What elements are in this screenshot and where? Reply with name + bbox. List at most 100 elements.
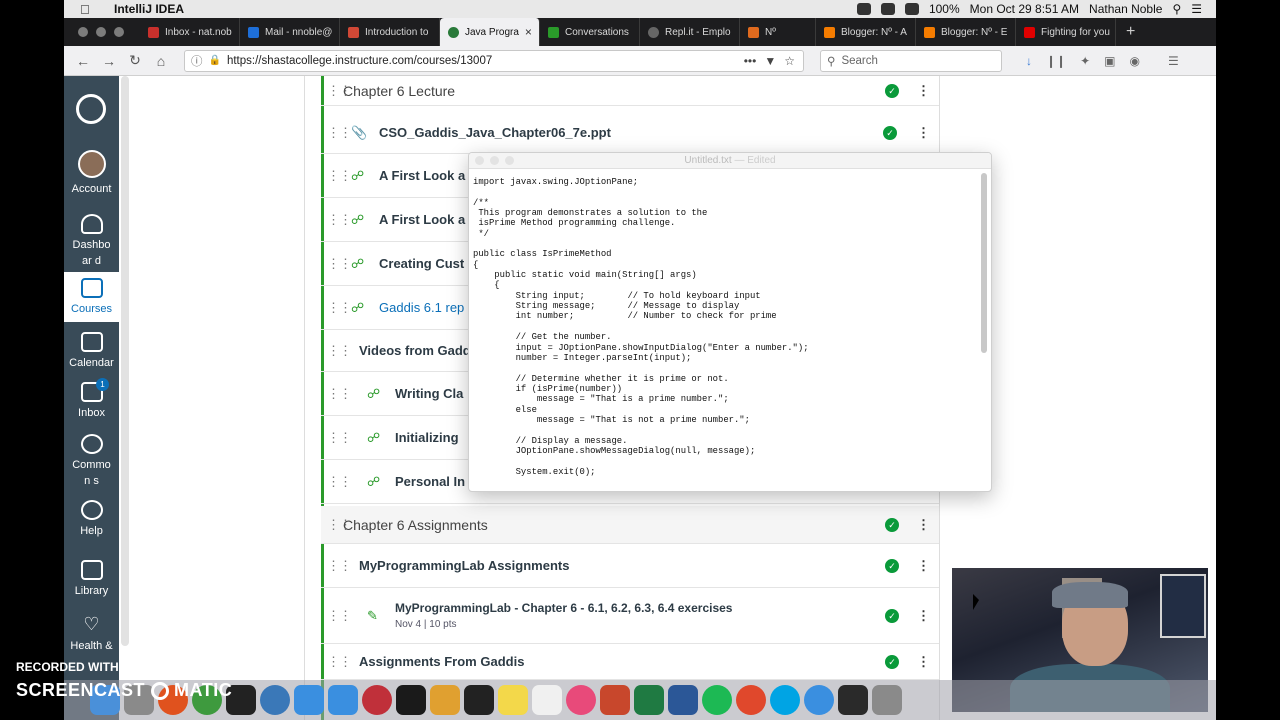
- published-check-icon[interactable]: ✓: [885, 517, 899, 532]
- textedit-titlebar[interactable]: Untitled.txt — Edited: [469, 153, 991, 169]
- drag-handle-icon[interactable]: ⋮⋮: [327, 300, 352, 316]
- sidenav-calendar[interactable]: Calendar: [64, 332, 119, 371]
- browser-tab[interactable]: Introduction to: [340, 18, 440, 46]
- browser-tab[interactable]: Nº: [740, 18, 816, 46]
- sidenav-courses[interactable]: Courses: [64, 272, 119, 322]
- module-item-title[interactable]: Creating Cust: [379, 256, 464, 271]
- drag-handle-icon[interactable]: ⋮⋮: [327, 386, 352, 402]
- browser-tab[interactable]: Blogger: Nº - A: [816, 18, 916, 46]
- sidenav-health[interactable]: ♡ Health &: [64, 615, 119, 654]
- terminal-icon[interactable]: [396, 685, 426, 715]
- extensions-icon[interactable]: ✦: [1080, 54, 1090, 68]
- browser-tab[interactable]: Mail - nnoble@: [240, 18, 340, 46]
- kebab-menu-icon[interactable]: ⋮: [917, 558, 930, 574]
- notes-icon[interactable]: [498, 685, 528, 715]
- drag-handle-icon[interactable]: ⋮⋮: [327, 168, 352, 184]
- document-body[interactable]: import javax.swing.JOptionPane; /** This…: [469, 169, 991, 485]
- reload-button[interactable]: ↻: [122, 52, 148, 69]
- app-icon[interactable]: [260, 685, 290, 715]
- module-header[interactable]: ⋮⋮ Chapter 6 Assignments ✓ ⋮: [321, 506, 939, 544]
- published-check-icon[interactable]: ✓: [885, 83, 899, 98]
- kebab-menu-icon[interactable]: ⋮: [917, 125, 930, 141]
- module-item-title[interactable]: A First Look a: [379, 212, 465, 227]
- url-bar[interactable]: ⓘ 🔒 https://shastacollege.instructure.co…: [184, 49, 804, 72]
- url-text[interactable]: https://shastacollege.instructure.com/co…: [227, 55, 492, 67]
- published-check-icon[interactable]: ✓: [885, 654, 899, 669]
- module-item[interactable]: ⋮⋮ ✎ MyProgrammingLab - Chapter 6 - 6.1,…: [321, 588, 939, 644]
- skype-icon[interactable]: [770, 685, 800, 715]
- module-item-title[interactable]: MyProgrammingLab - Chapter 6 - 6.1, 6.2,…: [395, 601, 732, 615]
- drag-handle-icon[interactable]: ⋮⋮: [327, 256, 352, 272]
- wifi-icon[interactable]: [880, 3, 895, 15]
- drag-handle-icon[interactable]: ⋮⋮: [327, 517, 352, 533]
- sidenav-inbox[interactable]: 1 Inbox: [64, 378, 119, 421]
- close-tab-icon[interactable]: ×: [525, 25, 532, 39]
- app-icon[interactable]: [736, 685, 766, 715]
- drag-handle-icon[interactable]: ⋮⋮: [327, 83, 352, 99]
- zoom-window-button[interactable]: [114, 27, 124, 37]
- bookmark-star-icon[interactable]: ☆: [784, 54, 795, 68]
- module-subheader[interactable]: ⋮⋮ MyProgrammingLab Assignments ✓ ⋮: [321, 544, 939, 588]
- pocket-icon[interactable]: ▼: [764, 54, 776, 68]
- drag-handle-icon[interactable]: ⋮⋮: [327, 654, 352, 670]
- back-button[interactable]: ←: [70, 53, 96, 69]
- library-icon[interactable]: ❙❙: [1046, 54, 1066, 68]
- itunes-icon[interactable]: [566, 685, 596, 715]
- published-check-icon[interactable]: ✓: [883, 125, 897, 140]
- volume-icon[interactable]: [904, 3, 919, 15]
- module-title[interactable]: Chapter 6 Assignments: [343, 517, 488, 533]
- module-title[interactable]: Chapter 6 Lecture: [343, 83, 455, 99]
- dropbox-icon[interactable]: [856, 3, 871, 15]
- browser-tab[interactable]: Repl.it - Emplo: [640, 18, 740, 46]
- spotify-icon[interactable]: [702, 685, 732, 715]
- sidenav-commons[interactable]: Common s: [64, 434, 119, 489]
- eye-icon[interactable]: ◉: [1130, 54, 1140, 68]
- module-subheader-title[interactable]: Videos from Gadd: [359, 343, 471, 358]
- kebab-menu-icon[interactable]: ⋮: [917, 517, 930, 533]
- xcode-icon[interactable]: [294, 685, 324, 715]
- close-window-button[interactable]: [475, 156, 484, 165]
- module-header[interactable]: ⋮⋮ Chapter 6 Lecture ✓ ⋮: [321, 76, 939, 106]
- close-window-button[interactable]: [78, 27, 88, 37]
- active-app-name[interactable]: IntelliJ IDEA: [114, 2, 184, 16]
- app-icon[interactable]: [362, 685, 392, 715]
- notification-center-icon[interactable]: ☰: [1191, 2, 1202, 16]
- browser-tab[interactable]: Fighting for you: [1016, 18, 1116, 46]
- activity-monitor-icon[interactable]: [838, 685, 868, 715]
- module-item-title[interactable]: Personal In: [395, 474, 465, 489]
- drag-handle-icon[interactable]: ⋮⋮: [327, 212, 352, 228]
- sidenav-account[interactable]: Account: [64, 150, 119, 197]
- module-item-title[interactable]: A First Look a: [379, 168, 465, 183]
- module-item-title[interactable]: Gaddis 6.1 rep: [379, 300, 464, 315]
- menubar-clock[interactable]: Mon Oct 29 8:51 AM: [970, 2, 1079, 16]
- module-item-title[interactable]: Writing Cla: [395, 386, 463, 401]
- sidenav-dashboard[interactable]: Dashboar d: [64, 214, 119, 269]
- sublime-icon[interactable]: [430, 685, 460, 715]
- browser-tab-active[interactable]: Java Progra ×: [440, 18, 540, 46]
- kebab-menu-icon[interactable]: ⋮: [917, 83, 930, 99]
- app-icon[interactable]: [328, 685, 358, 715]
- drag-handle-icon[interactable]: ⋮⋮: [327, 343, 352, 359]
- drag-handle-icon[interactable]: ⋮⋮: [327, 558, 352, 574]
- excel-icon[interactable]: [634, 685, 664, 715]
- module-subheader-title[interactable]: Assignments From Gaddis: [359, 654, 524, 669]
- module-subheader-title[interactable]: MyProgrammingLab Assignments: [359, 558, 569, 573]
- module-item[interactable]: ⋮⋮ 📎 CSO_Gaddis_Java_Chapter06_7e.ppt ✓ …: [321, 112, 939, 154]
- downloads-icon[interactable]: ↓: [1026, 54, 1032, 68]
- drag-handle-icon[interactable]: ⋮⋮: [327, 608, 352, 624]
- new-tab-button[interactable]: +: [1116, 23, 1145, 46]
- module-item-title[interactable]: Initializing: [395, 430, 459, 445]
- textedit-icon[interactable]: [532, 685, 562, 715]
- published-check-icon[interactable]: ✓: [885, 608, 899, 623]
- battery-level[interactable]: 100%: [929, 2, 960, 16]
- sidenav-library[interactable]: Library: [64, 560, 119, 599]
- drag-handle-icon[interactable]: ⋮⋮: [327, 125, 352, 141]
- browser-tab[interactable]: Blogger: Nº - E: [916, 18, 1016, 46]
- zoom-window-button[interactable]: [505, 156, 514, 165]
- powerpoint-icon[interactable]: [600, 685, 630, 715]
- published-check-icon[interactable]: ✓: [885, 558, 899, 573]
- kebab-menu-icon[interactable]: ⋮: [917, 654, 930, 670]
- search-input[interactable]: ⚲ Search: [820, 49, 1002, 72]
- canvas-logo-icon[interactable]: [76, 94, 106, 124]
- page-actions-icon[interactable]: •••: [744, 54, 757, 68]
